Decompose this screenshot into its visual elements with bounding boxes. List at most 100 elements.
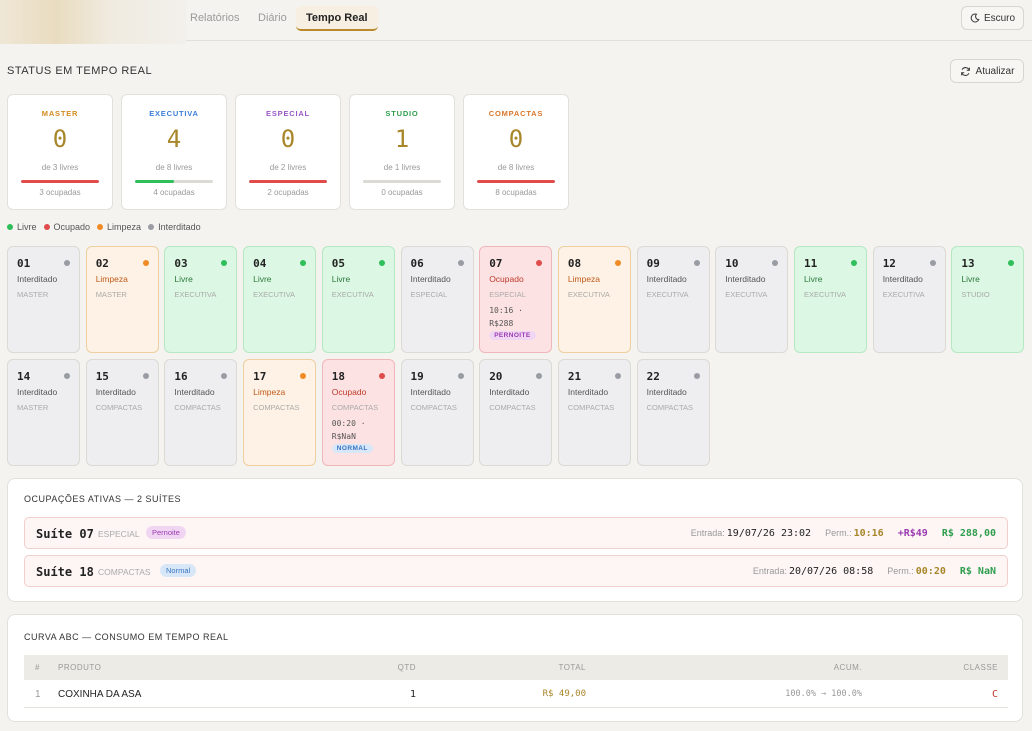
col-total: TOTAL (558, 663, 586, 672)
suite-number: 02 (95, 257, 109, 270)
suite-tile-09[interactable]: 09 Interditado EXECUTIVA (636, 246, 710, 353)
abc-table-header: # PRODUTO QTD TOTAL ACUM. CLASSE (24, 655, 1008, 680)
suite-tile-22[interactable]: 22 Interditado COMPACTAS (636, 359, 710, 466)
suite-category: COMPACTAS (174, 403, 221, 412)
suite-tag: PERNOITE (489, 331, 536, 340)
suite-tile-12[interactable]: 12 Interditado EXECUTIVA (872, 246, 946, 353)
suite-status-dot (300, 373, 307, 379)
category-name: EXECUTIVA (149, 109, 199, 118)
tab-relatorios[interactable]: Relatórios (180, 6, 250, 31)
category-name: ESPECIAL (266, 109, 310, 118)
suite-tile-05[interactable]: 05 Livre EXECUTIVA (321, 246, 395, 353)
suite-tile-07[interactable]: 07 Ocupado ESPECIAL 10:16 · R$288 PERNOITE (479, 246, 553, 353)
tab-tempo-real[interactable]: Tempo Real (296, 6, 378, 31)
category-progress-fill (249, 180, 327, 183)
suite-category: COMPACTAS (646, 403, 693, 412)
suite-number: 04 (253, 257, 267, 270)
suite-tile-14[interactable]: 14 Interditado MASTER (7, 359, 80, 466)
suite-category: EXECUTIVA (882, 290, 925, 299)
suite-number: 12 (882, 257, 896, 270)
suite-tile-02[interactable]: 02 Limpeza MASTER (85, 246, 159, 353)
category-subtitle: de 8 livres (155, 163, 193, 172)
suite-time-value: 10:16 · R$288 (489, 306, 523, 328)
suite-status-dot (378, 260, 385, 266)
occupation-suite: Suíte 18 (36, 565, 94, 579)
suite-category: MASTER (17, 290, 49, 299)
suite-tile-17[interactable]: 17 Limpeza COMPACTAS (243, 359, 317, 466)
suite-tile-10[interactable]: 10 Interditado EXECUTIVA (715, 246, 789, 353)
theme-toggle-label: Escuro (983, 12, 1016, 24)
category-progress-bar (21, 180, 99, 183)
theme-toggle-button[interactable]: Escuro (961, 6, 1024, 30)
suite-number: 07 (489, 257, 503, 270)
suite-tile-01[interactable]: 01 Interditado MASTER (7, 246, 80, 353)
suite-tile-21[interactable]: 21 Interditado COMPACTAS (557, 359, 631, 466)
suite-status: Ocupado (331, 387, 367, 397)
suite-status-dot (693, 373, 700, 379)
perm-group: Perm.: 00:20 (887, 566, 946, 577)
suite-tile-16[interactable]: 16 Interditado COMPACTAS (164, 359, 238, 466)
category-free-count: 1 (394, 125, 410, 153)
logo (0, 0, 186, 44)
occupation-row[interactable]: Suíte 07 ESPECIAL Pernoite Entrada: 19/07/26… (24, 517, 1008, 549)
suite-number: 18 (331, 370, 346, 383)
suite-number: 19 (410, 370, 424, 383)
suite-status: Livre (253, 274, 272, 284)
occupation-details: Entrada: 19/07/26 23:02 Perm.: 10:16 +R$49 R$… (691, 528, 996, 539)
category-card-studio: STUDIO 1 de 1 livres 0 ocupadas (349, 94, 455, 210)
suite-category: MASTER (95, 290, 127, 299)
suite-status-dot (536, 373, 543, 379)
suite-category: COMPACTAS (410, 403, 457, 412)
suite-status: Livre (331, 274, 351, 284)
refresh-button[interactable]: Atualizar (950, 59, 1024, 83)
row-num: 1 (35, 689, 41, 700)
category-progress-fill (477, 180, 555, 183)
occupation-tag: Normal (160, 564, 197, 577)
suite-tile-15[interactable]: 15 Interditado COMPACTAS (85, 359, 159, 466)
suite-tile-18[interactable]: 18 Ocupado COMPACTAS 00:20 · R$NaN NORMAL (321, 359, 395, 466)
perm-value: 00:20 (915, 566, 946, 577)
suite-tile-20[interactable]: 20 Interditado COMPACTAS (479, 359, 553, 466)
suite-tile-08[interactable]: 08 Limpeza EXECUTIVA (557, 246, 631, 353)
category-card-master: MASTER 0 de 3 livres 3 ocupadas (7, 94, 113, 210)
suite-tile-06[interactable]: 06 Interditado ESPECIAL (400, 246, 474, 353)
status-legend: Livre Ocupado Limpeza Interditado (7, 222, 201, 232)
suite-category: EXECUTIVA (804, 290, 846, 299)
entrada-label: Entrada: (752, 566, 787, 576)
suite-tile-19[interactable]: 19 Interditado COMPACTAS (400, 359, 474, 466)
legend-label: Livre (17, 222, 37, 232)
suite-status: Interditado (17, 274, 58, 284)
tab-diario[interactable]: Diário (248, 6, 297, 31)
category-name: COMPACTAS (488, 109, 544, 118)
category-subtitle: de 3 livres (41, 163, 79, 172)
occupation-category: ESPECIAL (98, 529, 140, 539)
legend-label: Limpeza (107, 222, 142, 232)
suite-number: 08 (567, 257, 582, 270)
suite-number: 16 (174, 370, 188, 383)
suite-status-dot (221, 260, 228, 266)
total-value: R$ NaN (959, 566, 996, 577)
suite-category: COMPACTAS (489, 403, 536, 412)
suite-tile-03[interactable]: 03 Livre EXECUTIVA (164, 246, 238, 353)
occupation-row[interactable]: Suíte 18 COMPACTAS Normal Entrada: 20/07/26 … (24, 555, 1008, 587)
perm-group: Perm.: 10:16 (825, 528, 884, 539)
entrada-value: 19/07/26 23:02 (726, 528, 812, 539)
suite-status-dot (536, 260, 543, 266)
suite-tile-13[interactable]: 13 Livre STUDIO (951, 246, 1025, 353)
suite-status: Interditado (646, 274, 687, 284)
suite-status-dot (851, 260, 857, 266)
category-occupied: 3 ocupadas (39, 188, 81, 197)
suite-tile-11[interactable]: 11 Livre EXECUTIVA (794, 246, 867, 353)
entrada-value: 20/07/26 08:58 (788, 566, 874, 577)
suite-category: EXECUTIVA (331, 290, 374, 299)
suite-status: Interditado (489, 387, 530, 397)
active-occupations-panel: OCUPAÇÕES ATIVAS — 2 SUÍTES Suíte 07 ESPE… (7, 478, 1023, 602)
suite-number: 20 (489, 370, 503, 383)
total-value: R$ 288,00 (941, 528, 996, 539)
row-acum: 100.0% → 100.0% (785, 689, 862, 699)
suite-tile-04[interactable]: 04 Livre EXECUTIVA (243, 246, 317, 353)
suite-status: Interditado (725, 274, 766, 284)
suite-number: 05 (331, 257, 346, 270)
refresh-label: Atualizar (975, 65, 1015, 77)
occupation-details: Entrada: 20/07/26 08:58 Perm.: 00:20 R$ NaN (753, 566, 996, 577)
